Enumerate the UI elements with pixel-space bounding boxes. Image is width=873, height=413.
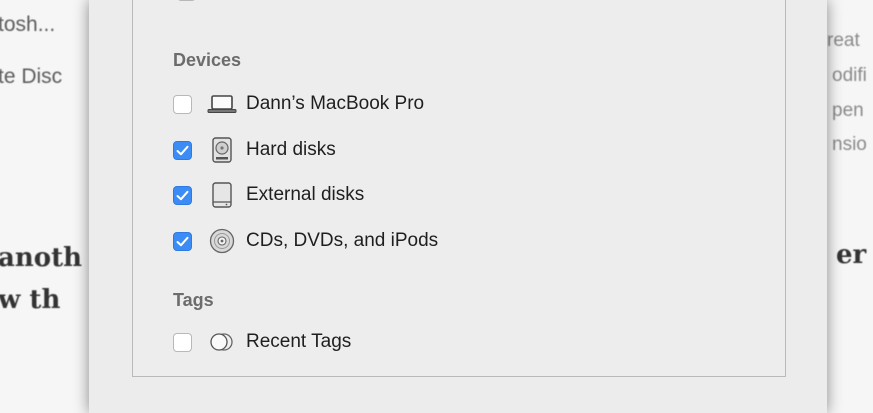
device-label-hard-disks: Hard disks (246, 139, 336, 160)
background-text: anoth (0, 243, 83, 273)
background-text: te Disc (0, 65, 63, 88)
device-label-macbook: Dann’s MacBook Pro (246, 93, 425, 114)
hard-disk-icon (206, 137, 238, 163)
background-text: odifi (832, 65, 867, 86)
clipped-row (177, 0, 477, 10)
tags-icon (206, 329, 238, 355)
external-disk-icon (206, 182, 238, 208)
background-text: tosh... (0, 13, 56, 36)
background-text: w th (0, 285, 61, 315)
devices-section-title: Devices (173, 50, 242, 70)
hard-disks-checkbox[interactable] (173, 140, 192, 160)
device-label-external-disks: External disks (246, 184, 365, 205)
finder-preferences-sheet: Devices Dann’s MacBook Pro Hard disks Ex… (89, 0, 827, 413)
background-text: reat (827, 30, 860, 51)
recent-tags-checkbox[interactable] (173, 332, 192, 352)
external-disks-checkbox[interactable] (173, 185, 192, 205)
background-text: pen (832, 100, 864, 121)
laptop-icon (206, 91, 238, 117)
tag-row-recent[interactable]: Recent Tags (173, 329, 351, 355)
tags-section-title: Tags (173, 290, 214, 310)
macbook-checkbox[interactable] (173, 94, 192, 114)
checkbox[interactable] (177, 0, 196, 1)
background-text: nsio (832, 134, 867, 155)
optical-checkbox[interactable] (173, 231, 192, 251)
background-text: er (836, 240, 867, 270)
device-label-optical: CDs, DVDs, and iPods (246, 230, 439, 251)
device-row-optical[interactable]: CDs, DVDs, and iPods (173, 228, 438, 254)
device-row-macbook[interactable]: Dann’s MacBook Pro (173, 91, 424, 117)
device-row-hard-disks[interactable]: Hard disks (173, 137, 336, 163)
tag-label-recent: Recent Tags (246, 331, 352, 352)
device-row-external-disks[interactable]: External disks (173, 182, 364, 208)
optical-disc-icon (206, 228, 238, 254)
sidebar-prefs-panel: Devices Dann’s MacBook Pro Hard disks Ex… (132, 0, 786, 377)
